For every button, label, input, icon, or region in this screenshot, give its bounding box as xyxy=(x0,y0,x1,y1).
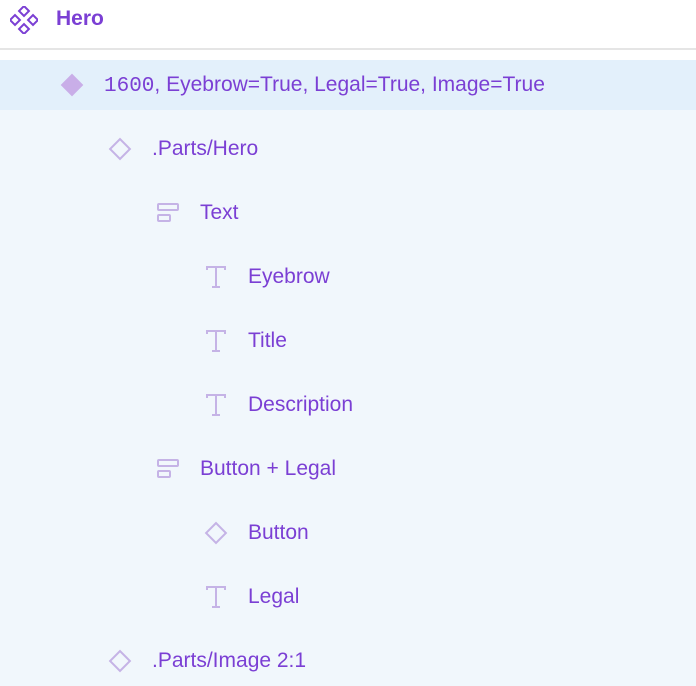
layer-label: Button + Legal xyxy=(200,457,337,480)
layer-row-button[interactable]: Button xyxy=(0,508,696,558)
component-title: Hero xyxy=(56,7,104,30)
layer-label: 1600, Eyebrow=True, Legal=True, Image=Tr… xyxy=(104,72,545,100)
instance-icon xyxy=(108,649,132,673)
layer-label: Legal xyxy=(248,585,300,608)
layer-label: Text xyxy=(200,201,239,224)
layer-row-title[interactable]: Title xyxy=(0,316,696,366)
text-icon xyxy=(206,330,226,352)
auto-layout-vertical-icon xyxy=(157,459,179,478)
layers-panel: Hero 1600, Eyebrow=True, Legal=True, Ima… xyxy=(0,0,696,686)
layer-label: .Parts/Image 2:1 xyxy=(152,649,307,672)
layer-row-legal[interactable]: Legal xyxy=(0,572,696,622)
layer-label: Title xyxy=(248,329,287,352)
layer-label: Eyebrow xyxy=(248,265,330,288)
layer-row-description[interactable]: Description xyxy=(0,380,696,430)
instance-icon xyxy=(108,137,132,161)
layer-row-eyebrow[interactable]: Eyebrow xyxy=(0,252,696,302)
layer-row-parts-hero[interactable]: .Parts/Hero xyxy=(0,124,696,174)
layer-label: Description xyxy=(248,393,354,416)
layer-label-prefix: 1600 xyxy=(104,75,155,98)
layer-label: .Parts/Hero xyxy=(152,137,259,160)
instance-icon xyxy=(204,521,228,545)
layer-row-component[interactable]: 1600, Eyebrow=True, Legal=True, Image=Tr… xyxy=(0,60,696,110)
layer-row-text-frame[interactable]: Text xyxy=(0,188,696,238)
component-set-icon xyxy=(10,6,38,34)
text-icon xyxy=(206,394,226,416)
layers-header[interactable]: Hero xyxy=(0,0,696,50)
auto-layout-vertical-icon xyxy=(157,203,179,222)
layer-tree: 1600, Eyebrow=True, Legal=True, Image=Tr… xyxy=(0,60,696,686)
layer-label: Button xyxy=(248,521,309,544)
text-icon xyxy=(206,266,226,288)
text-icon xyxy=(206,586,226,608)
layer-row-button-legal[interactable]: Button + Legal xyxy=(0,444,696,494)
layer-label-rest: , Eyebrow=True, Legal=True, Image=True xyxy=(154,73,545,96)
layer-row-parts-image[interactable]: .Parts/Image 2:1 xyxy=(0,636,696,686)
component-filled-icon xyxy=(60,73,84,97)
